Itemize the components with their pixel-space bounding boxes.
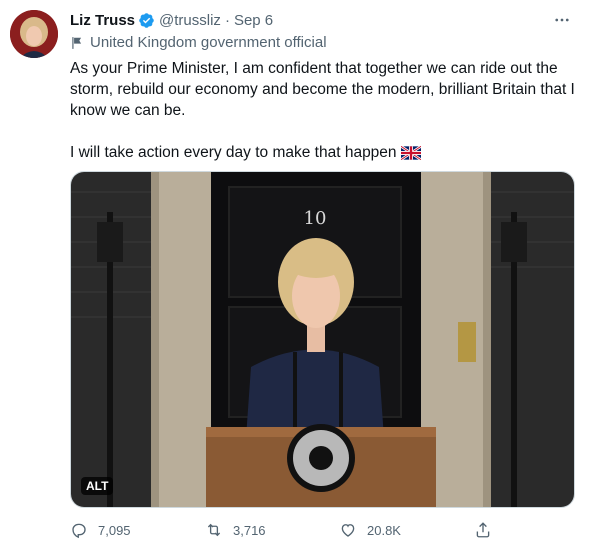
tweet-paragraph-2-text: I will take action every day to make tha… xyxy=(70,144,397,161)
like-button[interactable]: 20.8K xyxy=(339,521,401,539)
alt-text-badge[interactable]: ALT xyxy=(81,477,114,495)
retweet-icon xyxy=(207,523,221,537)
tweet-card[interactable]: Liz Truss @trussliz · Sep 6 United Kingd… xyxy=(0,0,590,547)
government-label: United Kingdom government official xyxy=(70,34,327,51)
tweet-header: Liz Truss @trussliz · Sep 6 xyxy=(70,10,578,30)
heart-icon xyxy=(341,524,355,537)
flag-label-icon xyxy=(72,36,82,49)
reply-icon xyxy=(72,523,86,539)
author-handle[interactable]: @trussliz xyxy=(159,12,221,29)
reply-button[interactable]: 7,095 xyxy=(70,521,131,539)
tweet-paragraph-1: As your Prime Minister, I am confident t… xyxy=(70,60,575,119)
door-number: 10 xyxy=(304,208,327,229)
tweet-photo[interactable]: 10 ALT xyxy=(70,171,575,508)
uk-flag-emoji xyxy=(400,146,421,160)
retweet-count: 3,716 xyxy=(233,522,266,538)
tweet-text: As your Prime Minister, I am confident t… xyxy=(70,58,575,163)
separator-dot: · xyxy=(224,11,230,29)
verified-badge-icon xyxy=(139,12,154,28)
tweet-date[interactable]: Sep 6 xyxy=(234,12,273,29)
reply-count: 7,095 xyxy=(98,522,131,538)
like-count: 20.8K xyxy=(367,522,401,538)
more-horizontal-icon[interactable] xyxy=(550,8,574,32)
tweet-actions: 7,095 3,716 20.8K xyxy=(70,518,500,542)
tweet-paragraph-2: I will take action every day to make tha… xyxy=(70,142,575,163)
share-button[interactable] xyxy=(474,521,502,539)
author-name[interactable]: Liz Truss xyxy=(70,12,135,29)
avatar[interactable] xyxy=(10,10,58,58)
retweet-button[interactable]: 3,716 xyxy=(205,521,266,539)
share-icon xyxy=(476,522,490,538)
government-label-text: United Kingdom government official xyxy=(90,34,327,51)
